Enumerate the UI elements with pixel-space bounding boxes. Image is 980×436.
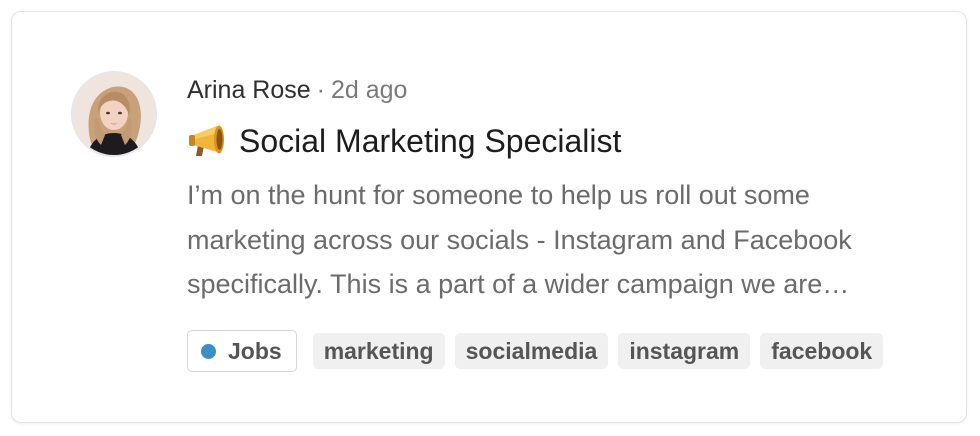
category-dot (201, 343, 216, 359)
author-name[interactable]: Arina Rose (187, 76, 311, 104)
category-badge[interactable]: Jobs (187, 330, 297, 372)
post-meta: Arina Rose · 2d ago (187, 72, 927, 108)
post-title[interactable]: Social Marketing Specialist (187, 120, 927, 162)
avatar[interactable] (71, 71, 157, 157)
post-card[interactable]: Arina Rose · 2d ago Social Marketing Speci… (11, 11, 967, 423)
tag-facebook[interactable]: facebook (760, 333, 884, 369)
meta-separator: · (316, 76, 325, 104)
tag-list: Jobs marketing socialmedia instagram fac… (187, 329, 927, 373)
post-content: Arina Rose · 2d ago Social Marketing Speci… (187, 72, 927, 373)
avatar-photo (73, 73, 155, 155)
tag-instagram[interactable]: instagram (618, 333, 751, 369)
post-time: 2d ago (331, 76, 408, 104)
post-excerpt: I’m on the hunt for someone to help us r… (187, 180, 852, 299)
post-title-text: Social Marketing Specialist (239, 123, 622, 159)
tag-socialmedia[interactable]: socialmedia (454, 333, 609, 369)
megaphone-icon (187, 123, 229, 159)
tag-marketing[interactable]: marketing (312, 333, 445, 369)
category-label: Jobs (228, 338, 282, 364)
